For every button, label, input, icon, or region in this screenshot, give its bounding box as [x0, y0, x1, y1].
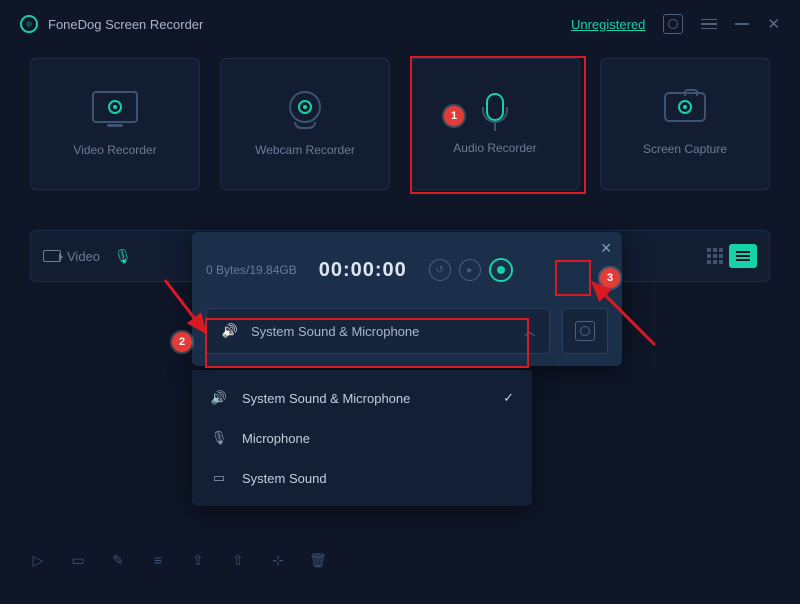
titlebar: FoneDog Screen Recorder Unregistered ✕ [0, 0, 800, 48]
list-icon [736, 251, 750, 261]
mic-small-icon: 🎙 [114, 248, 132, 265]
webcam-icon [289, 91, 321, 123]
video-camera-icon [43, 250, 61, 262]
video-recorder-card[interactable]: Video Recorder [30, 58, 200, 190]
microphone-icon [486, 93, 504, 121]
option-label: System Sound [242, 471, 327, 486]
edit-button[interactable]: ✎ [110, 552, 126, 568]
screen-capture-card[interactable]: Screen Capture [600, 58, 770, 190]
menu-icon[interactable] [701, 19, 717, 30]
share-button[interactable]: ⇧ [230, 552, 246, 568]
speaker-icon: 🔊 [210, 390, 228, 406]
delete-button[interactable]: 🗑 [310, 552, 326, 568]
option-microphone[interactable]: 🎙 Microphone [192, 418, 532, 458]
app-logo-icon [20, 15, 38, 33]
play-preview-button[interactable]: ▸ [459, 259, 481, 281]
video-filter-button[interactable]: Video [43, 249, 100, 264]
monitor-icon [92, 91, 138, 123]
export-button[interactable]: ⇪ [190, 552, 206, 568]
settings-icon[interactable] [663, 14, 683, 34]
app-title: FoneDog Screen Recorder [48, 17, 203, 32]
system-sound-icon: ▭ [210, 470, 228, 486]
view-toggle [701, 244, 757, 268]
webcam-recorder-card[interactable]: Webcam Recorder [220, 58, 390, 190]
audio-recorder-panel: ✕ 0 Bytes/19.84GB 00:00:00 ↺ ▸ System So… [192, 232, 622, 366]
annotation-badge-3: 3 [600, 268, 620, 288]
option-system-sound[interactable]: ▭ System Sound [192, 458, 532, 498]
adjust-button[interactable]: ≡ [150, 552, 166, 568]
close-icon[interactable]: ✕ [767, 17, 780, 32]
check-icon: ✓ [503, 390, 514, 406]
screen-capture-label: Screen Capture [643, 142, 727, 156]
chevron-up-icon: ︿ [524, 323, 535, 339]
bottom-action-bar: ▷ ▭ ✎ ≡ ⇪ ⇧ ⊹ 🗑 [30, 540, 770, 580]
audio-source-dropdown: 🔊 System Sound & Microphone ✓ 🎙 Micropho… [192, 370, 532, 506]
speaker-icon [221, 323, 239, 339]
annotation-badge-2: 2 [172, 332, 192, 352]
audio-recorder-card[interactable]: Audio Recorder [410, 58, 580, 190]
grid-view-button[interactable] [701, 244, 729, 268]
video-filter-label: Video [67, 249, 100, 264]
video-recorder-label: Video Recorder [73, 143, 156, 157]
list-view-button[interactable] [729, 244, 757, 268]
audio-source-select[interactable]: System Sound & Microphone ︿ [206, 308, 550, 354]
panel-close-icon[interactable]: ✕ [600, 240, 612, 257]
record-button[interactable] [489, 258, 513, 282]
grid-icon [707, 248, 723, 264]
audio-filter-button[interactable]: 🎙 [114, 248, 132, 265]
option-label: Microphone [242, 431, 310, 446]
annotation-badge-1: 1 [444, 106, 464, 126]
audio-recorder-label: Audio Recorder [453, 141, 536, 155]
split-button[interactable]: ⊹ [270, 552, 286, 568]
timer-text: 00:00:00 [319, 259, 407, 282]
unregistered-link[interactable]: Unregistered [571, 17, 645, 32]
play-button[interactable]: ▷ [30, 552, 46, 568]
minimize-icon[interactable] [735, 23, 749, 25]
audio-source-selected: System Sound & Microphone [251, 324, 419, 339]
audio-settings-button[interactable] [562, 308, 608, 354]
folder-button[interactable]: ▭ [70, 552, 86, 568]
storage-text: 0 Bytes/19.84GB [206, 263, 297, 277]
webcam-recorder-label: Webcam Recorder [255, 143, 355, 157]
mode-cards: Video Recorder Webcam Recorder Audio Rec… [0, 48, 800, 190]
gear-icon [575, 321, 595, 341]
undo-button[interactable]: ↺ [429, 259, 451, 281]
camera-icon [664, 92, 706, 122]
option-label: System Sound & Microphone [242, 391, 410, 406]
mic-icon: 🎙 [210, 430, 228, 446]
option-system-and-mic[interactable]: 🔊 System Sound & Microphone ✓ [192, 378, 532, 418]
